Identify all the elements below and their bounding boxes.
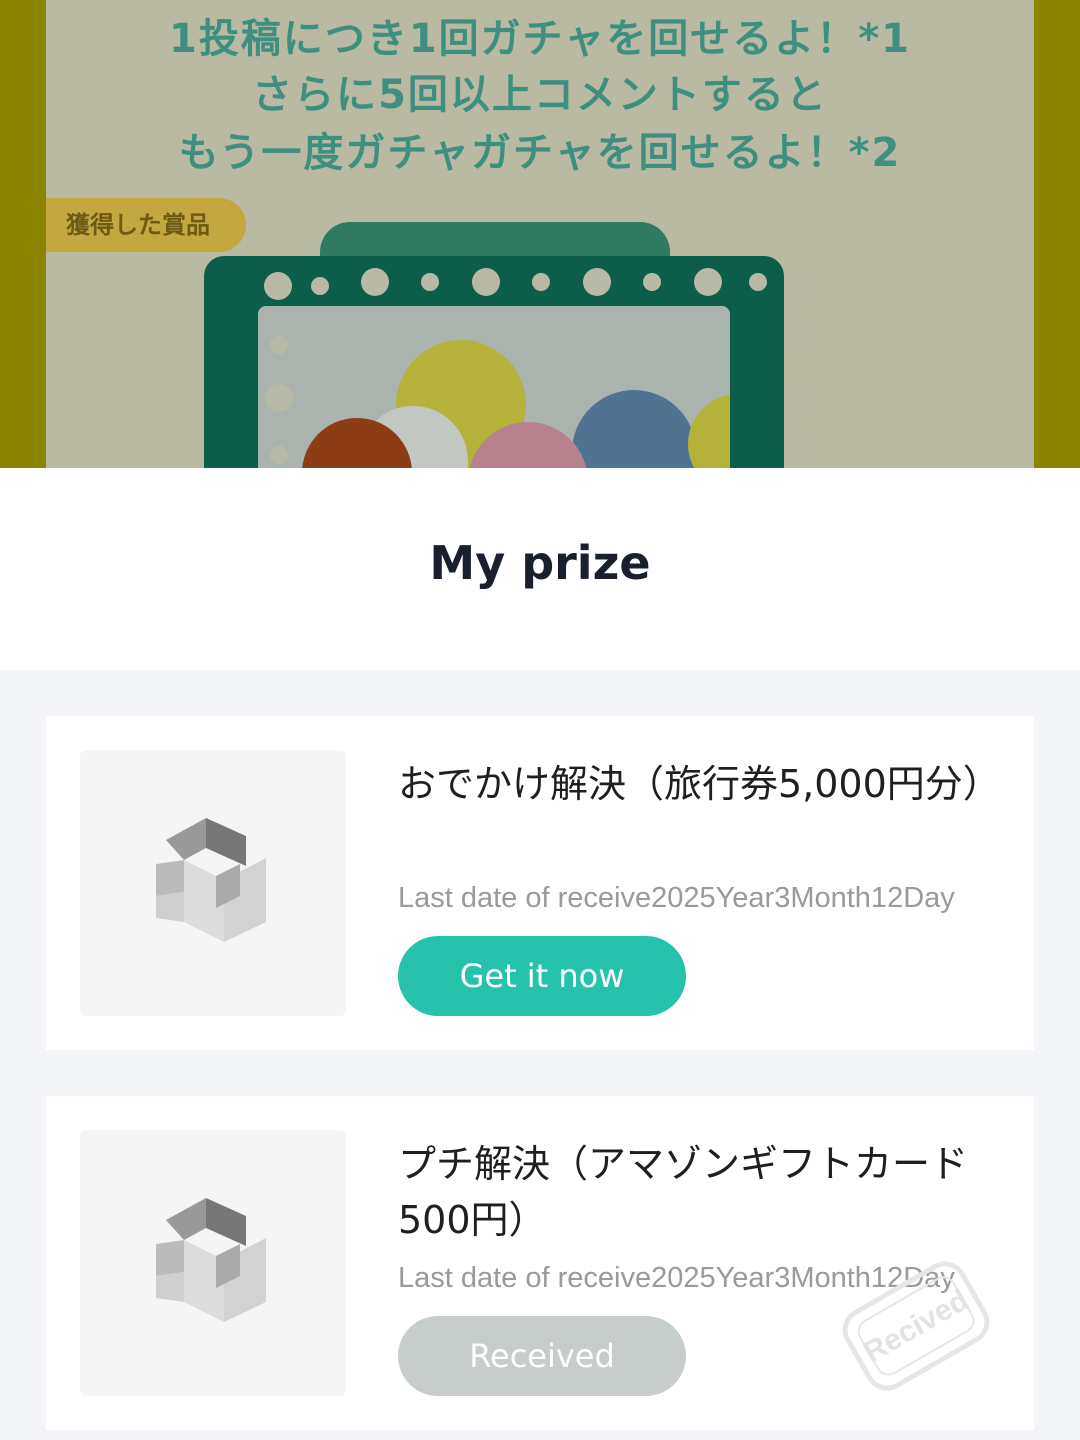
banner-line-1: 1投稿につき1回ガチャを回せるよ！*1 xyxy=(168,16,911,62)
bulb xyxy=(749,273,767,291)
prize-list: おでかけ解決（旅行券5,000円分） Last date of receive2… xyxy=(0,670,1080,1440)
bulb xyxy=(270,336,288,354)
get-it-now-button[interactable]: Get it now xyxy=(398,936,686,1016)
bulb xyxy=(472,268,500,296)
gacha-machine-window xyxy=(258,306,730,468)
capsule-ball-blue xyxy=(572,390,696,468)
bulb xyxy=(532,273,550,291)
bulb xyxy=(583,268,611,296)
bulb xyxy=(311,277,329,295)
bulb xyxy=(789,446,807,464)
prize-card: おでかけ解決（旅行券5,000円分） Last date of receive2… xyxy=(46,716,1034,1050)
prize-name: プチ解決（アマゾンギフトカード500円） xyxy=(398,1142,969,1242)
acquired-prizes-tag: 獲得した賞品 xyxy=(46,198,246,252)
received-stamp-icon: Recived xyxy=(842,1261,990,1391)
banner-line-2: さらに5回以上コメントすると xyxy=(252,72,828,118)
received-stamp-text: Recived xyxy=(858,1283,974,1369)
prize-card: プチ解決（アマゾンギフトカード500円） Last date of receiv… xyxy=(46,1096,1034,1430)
bulb xyxy=(270,446,288,464)
bulb xyxy=(694,268,722,296)
prize-name: おでかけ解決（旅行券5,000円分） xyxy=(398,762,1001,806)
prize-thumbnail xyxy=(80,750,346,1016)
bulb xyxy=(784,274,812,302)
receive-deadline: Last date of receive2025Year3Month12Day xyxy=(398,882,955,914)
received-button: Received xyxy=(398,1316,686,1396)
placeholder-image-icon xyxy=(156,818,266,942)
bulb xyxy=(789,334,807,352)
prize-thumbnail xyxy=(80,1130,346,1396)
banner-line-3: もう一度ガチャガチャを回せるよ！*2 xyxy=(178,130,902,176)
gacha-banner: 1投稿につき1回ガチャを回せるよ！*1 さらに5回以上コメントすると もう一度ガ… xyxy=(0,0,1080,468)
placeholder-image-icon xyxy=(156,1198,266,1322)
bulb xyxy=(361,268,389,296)
capsule-ball-yellow-2 xyxy=(688,394,730,468)
page-title: My prize xyxy=(429,536,651,590)
bulb xyxy=(784,384,812,412)
bulb xyxy=(421,273,439,291)
bulb xyxy=(265,384,293,412)
my-prize-header: My prize xyxy=(0,468,1080,670)
bulb xyxy=(643,273,661,291)
bulb xyxy=(264,272,292,300)
